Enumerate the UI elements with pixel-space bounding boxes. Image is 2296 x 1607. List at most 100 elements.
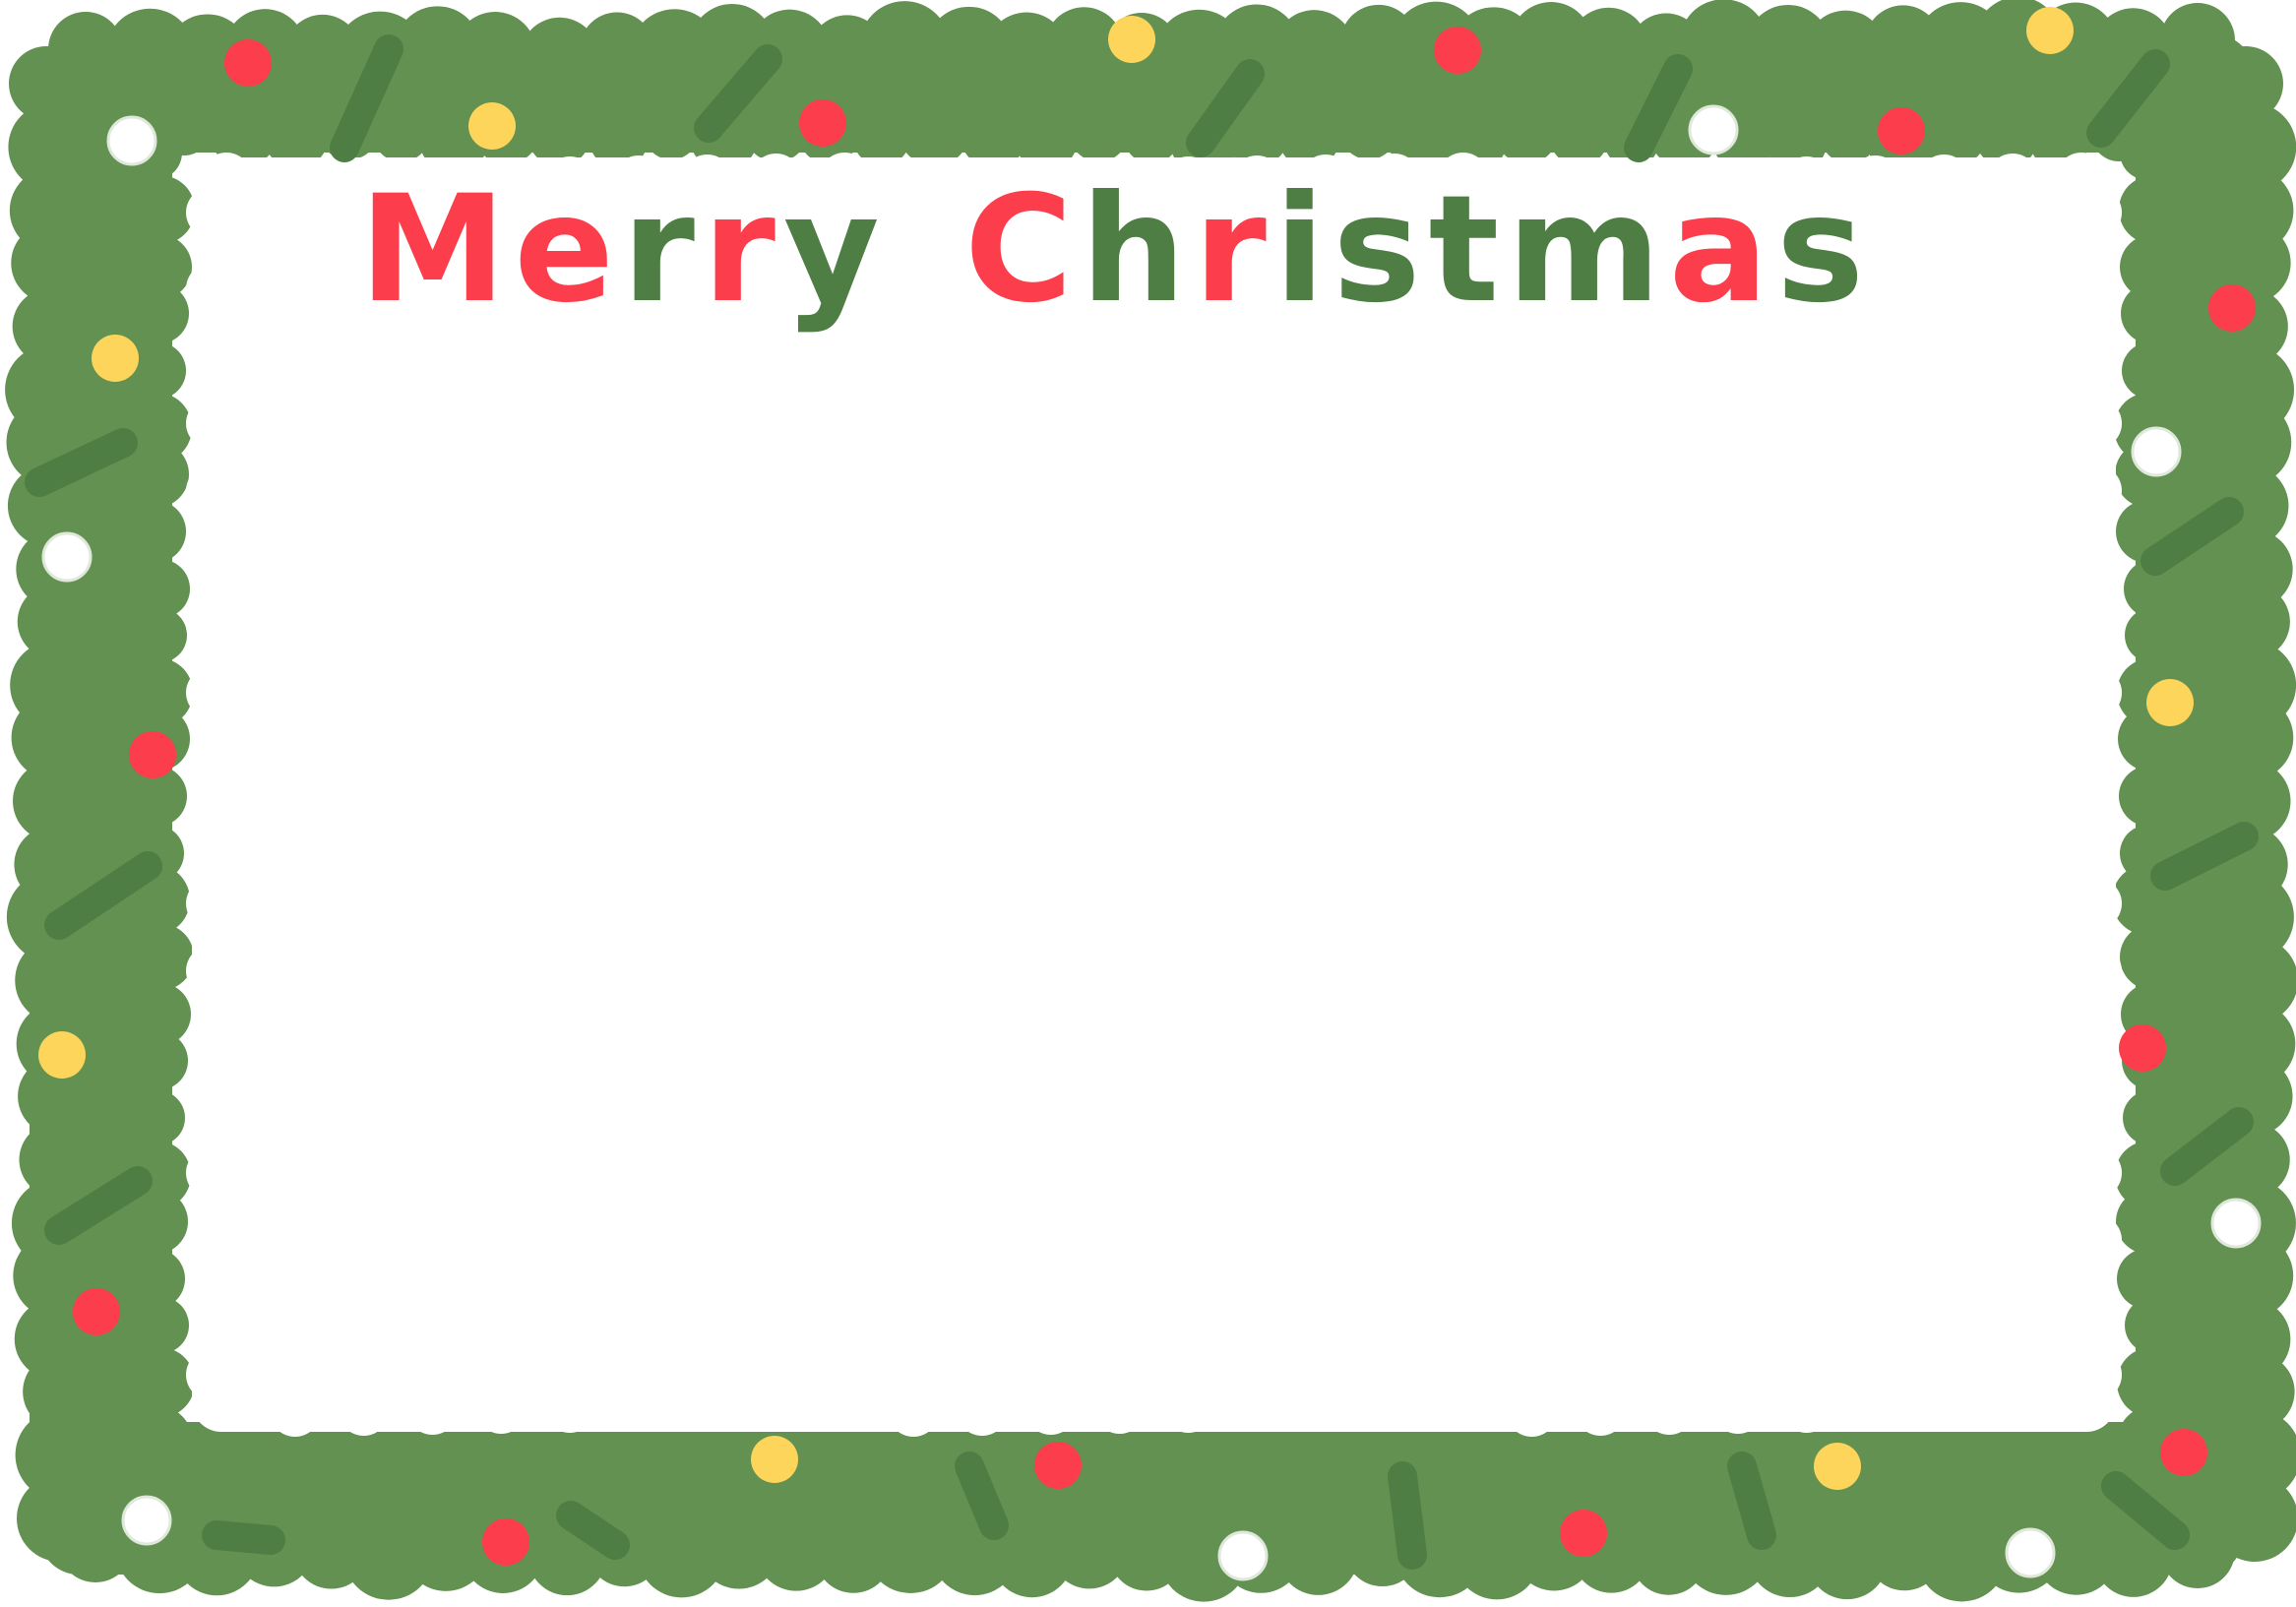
yellow-ornament xyxy=(1814,1443,1861,1490)
interior-scallop xyxy=(1575,1385,1627,1436)
interior-scallop xyxy=(186,330,237,382)
interior-scallop xyxy=(2071,666,2122,718)
garland-bump xyxy=(17,1475,103,1562)
interior-scallop xyxy=(269,160,321,212)
garland-bump xyxy=(2211,1475,2296,1562)
red-ornament xyxy=(482,1518,529,1566)
interior-scallop xyxy=(2071,1080,2122,1132)
interior-scallop xyxy=(2071,263,2122,315)
interior-scallop xyxy=(2071,801,2122,853)
yellow-ornament xyxy=(1108,16,1155,63)
interior-scallop xyxy=(1231,1381,1283,1432)
yellow-ornament xyxy=(38,1031,86,1079)
interior-scallop xyxy=(544,1382,596,1433)
interior-scallop xyxy=(186,1080,237,1132)
christmas-card: Merry Christmas xyxy=(0,0,2296,1607)
interior-scallop xyxy=(612,1381,664,1432)
interior-scallop xyxy=(1780,1382,1832,1433)
leaf-shade xyxy=(1388,1461,1427,1570)
interior-scallop xyxy=(186,878,237,930)
interior-scallop xyxy=(2071,187,2122,238)
interior-scallop xyxy=(186,1281,237,1333)
interior-scallop xyxy=(2071,945,2122,997)
white-ornament xyxy=(41,531,93,583)
interior-scallop xyxy=(1506,1386,1558,1437)
interior-scallop xyxy=(2071,599,2122,651)
garland-bump xyxy=(2120,923,2187,991)
yellow-ornament xyxy=(2146,679,2194,726)
interior-scallop xyxy=(819,1378,871,1429)
interior-scallop xyxy=(750,1379,802,1430)
garland-bump xyxy=(1069,102,1129,162)
yellow-ornament xyxy=(468,102,516,150)
interior-scallop xyxy=(338,1385,390,1436)
title-letter: r xyxy=(1194,164,1274,336)
garland-bump xyxy=(130,1090,185,1145)
garland-bump xyxy=(2120,125,2175,180)
garland-bump xyxy=(2125,1296,2182,1354)
interior-scallop xyxy=(406,1384,459,1435)
white-ornament xyxy=(2210,1198,2262,1249)
garland-frame: Merry Christmas xyxy=(5,0,2296,1602)
interior-scallop xyxy=(956,1385,1008,1436)
interior-scallop xyxy=(1849,1381,1901,1432)
white-ornament xyxy=(2131,426,2182,477)
white-ornament xyxy=(1688,104,1739,155)
title-letter: m xyxy=(1507,164,1668,336)
title-letter: e xyxy=(514,164,622,336)
garland-bump xyxy=(123,500,186,564)
red-ornament xyxy=(2160,1429,2207,1476)
greeting-title: Merry Christmas xyxy=(359,164,1872,336)
interior-scallop xyxy=(186,1349,237,1400)
interior-scallop xyxy=(2071,1012,2122,1064)
garland-bump xyxy=(127,923,194,991)
interior-scallop xyxy=(1644,1384,1696,1435)
title-letter: r xyxy=(622,164,703,336)
interior-scallop xyxy=(186,945,237,997)
garland-bump xyxy=(589,1432,649,1491)
red-ornament xyxy=(2119,1024,2166,1072)
interior-scallop xyxy=(1987,154,2039,205)
white-ornament xyxy=(2005,1527,2056,1578)
interior-scallop xyxy=(186,398,237,450)
interior-scallop xyxy=(2071,1214,2122,1267)
title-letter: r xyxy=(703,164,783,336)
garland-bump xyxy=(899,94,970,166)
red-ornament xyxy=(129,731,176,778)
interior-scallop xyxy=(186,263,237,315)
title-letter: i xyxy=(1274,164,1333,336)
garland-bump xyxy=(1278,1428,1340,1489)
interior-scallop xyxy=(2071,1146,2122,1199)
interior-scallop xyxy=(1987,1379,2039,1430)
interior-scallop xyxy=(888,160,940,212)
yellow-ornament xyxy=(2026,7,2074,54)
interior-scallop xyxy=(269,1386,321,1437)
garland-bump xyxy=(1549,106,1609,166)
title-letter: h xyxy=(1081,164,1194,336)
interior-scallop xyxy=(186,1214,237,1267)
yellow-ornament xyxy=(92,335,139,382)
white-ornament xyxy=(121,1495,172,1546)
red-ornament xyxy=(224,39,272,87)
interior-scallop xyxy=(2071,1349,2122,1400)
interior-scallop xyxy=(2071,330,2122,382)
interior-scallop xyxy=(2071,1281,2122,1333)
card-interior xyxy=(192,157,2116,1432)
garland-bump xyxy=(527,1426,591,1489)
garland-bump xyxy=(132,1296,189,1354)
garland-bump xyxy=(1549,1427,1609,1486)
garland-bump xyxy=(2125,607,2180,663)
garland-bump xyxy=(125,1406,192,1473)
interior-scallop xyxy=(186,1012,237,1064)
garland-bump xyxy=(1495,100,1559,164)
interior-scallop xyxy=(2071,734,2122,786)
red-ornament xyxy=(1560,1510,1607,1557)
title-letter: s xyxy=(1776,164,1872,336)
white-ornament xyxy=(106,115,157,166)
garland-bump xyxy=(2029,1430,2089,1489)
interior-scallop xyxy=(186,801,237,853)
title-letter: s xyxy=(1333,164,1428,336)
garland-bump xyxy=(132,607,187,663)
garland-bump xyxy=(527,102,591,166)
interior-scallop xyxy=(186,599,237,651)
